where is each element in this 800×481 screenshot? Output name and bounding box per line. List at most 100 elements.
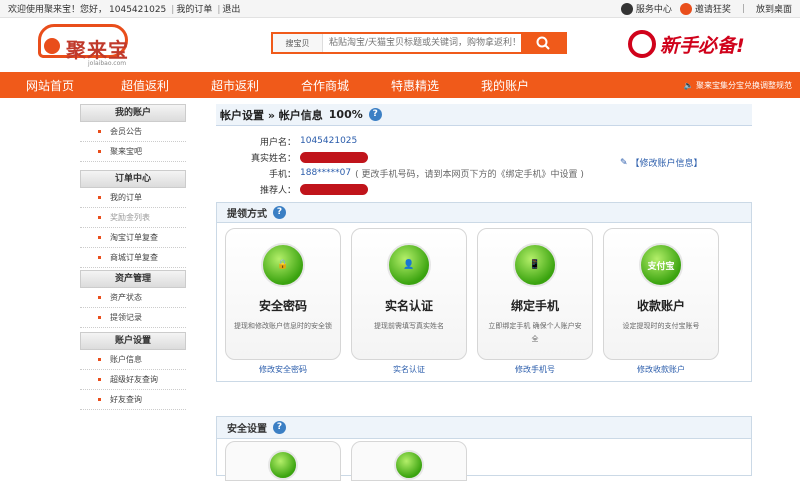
lock-icon [268, 450, 298, 480]
card-desc: 提现和修改账户信息时的安全锁 [234, 322, 332, 330]
main-nav: 网站首页 超值返利 超市返利 合作商城 特惠精选 我的账户 🔈 聚来宝集分宝兑换… [0, 72, 800, 98]
top-bar: 欢迎使用聚来宝！您好， 1045421025 | 我的订单 | 退出 服务中心 邀请狂奖 … [0, 0, 800, 18]
user-id: 1045421025 [109, 5, 167, 15]
logout-link[interactable]: 退出 [222, 5, 240, 15]
edit-payee-link[interactable]: 修改收款账户 [637, 364, 685, 375]
sidebar-item-announcements[interactable]: 会员公告 [80, 122, 186, 142]
card-title: 安全密码 [258, 299, 307, 313]
sidebar-group-settings: 账户设置 账户信息 超级好友查询 好友查询 [80, 332, 186, 410]
alipay-badge: 支付宝 [647, 261, 675, 272]
redacted-referrer [300, 183, 368, 195]
invite-label: 邀请狂奖 [694, 5, 731, 15]
referrer-row: 推荐人： [216, 182, 368, 196]
nav-item-account[interactable]: 我的账户 [460, 77, 550, 94]
security-panel: 安全设置? [216, 416, 752, 481]
main-content: 帐户设置 » 帐户信息 100% ? 用户名： 1045421025 真实姓名： … [216, 104, 752, 382]
search-button[interactable] [521, 34, 565, 52]
help-icon[interactable]: ? [273, 206, 286, 219]
service-center-link[interactable]: 服务中心 [620, 2, 672, 15]
welcome-text: 欢迎使用聚来宝！您好， [8, 5, 108, 15]
payee-account-card[interactable]: 支付宝 收款账户 设定提现时的支付宝账号 [603, 228, 719, 360]
sidebar-item-account-info[interactable]: 账户信息 [80, 350, 186, 370]
invite-link[interactable]: 邀请狂奖 [679, 2, 731, 15]
sidebar-item-taobao-review[interactable]: 淘宝订单复查 [80, 228, 186, 248]
nav-item-home[interactable]: 网站首页 [0, 77, 100, 94]
referrer-label: 推荐人： [259, 185, 296, 196]
sidebar-item-mall-review[interactable]: 商城订单复查 [80, 248, 186, 268]
qq-icon [620, 2, 633, 15]
phone-note: ( 更改手机号码，请到本网页下方的《绑定手机》中设置 ) [355, 169, 584, 180]
security-title: 安全设置 [227, 424, 267, 435]
sidebar-group-title: 我的账户 [80, 104, 186, 122]
withdraw-panel: 提领方式? 🔒 安全密码 提现和修改账户信息时的安全锁 修改安全密码 👤 实名认… [216, 202, 752, 382]
help-icon[interactable]: ? [273, 421, 286, 434]
user-icon [394, 450, 424, 480]
security-panel-header: 安全设置? [217, 417, 751, 439]
security-card[interactable] [351, 441, 467, 481]
sidebar: 我的账户 会员公告 聚来宝吧 订单中心 我的订单 奖励金列表 淘宝订单复查 商城… [80, 104, 186, 410]
page-title-text: 帐户设置 » 帐户信息 [220, 108, 323, 122]
realname-link[interactable]: 实名认证 [393, 364, 425, 375]
user-icon: 👤 [387, 243, 431, 287]
logo-url: jolaibao.com [88, 60, 127, 67]
nav-notice-text: 聚来宝集分宝兑换调整规范 [696, 80, 792, 90]
edit-password-link[interactable]: 修改安全密码 [259, 364, 307, 375]
sidebar-group-orders: 订单中心 我的订单 奖励金列表 淘宝订单复查 商城订单复查 [80, 170, 186, 268]
my-orders-link[interactable]: 我的订单 [176, 5, 212, 15]
security-password-card[interactable]: 🔒 安全密码 提现和修改账户信息时的安全锁 [225, 228, 341, 360]
redacted-name [300, 151, 368, 163]
sidebar-item-my-orders[interactable]: 我的订单 [80, 188, 186, 208]
sidebar-group-title: 订单中心 [80, 170, 186, 188]
realname-card[interactable]: 👤 实名认证 提现前需填写真实姓名 [351, 228, 467, 360]
withdraw-title: 提领方式 [227, 209, 267, 220]
card-desc: 立即绑定手机 确保个人账户安全 [488, 322, 582, 343]
sidebar-item-asset-status[interactable]: 资产状态 [80, 288, 186, 308]
edit-icon: ✎ [620, 157, 628, 168]
search-category[interactable]: 搜宝贝 [273, 34, 323, 52]
bind-phone-card[interactable]: 📱 绑定手机 立即绑定手机 确保个人账户安全 [477, 228, 593, 360]
newbie-text: 新手必备! [660, 34, 745, 57]
desktop-link[interactable]: 放到桌面 [756, 2, 792, 15]
username-value: 1045421025 [300, 136, 358, 146]
card-desc: 设定提现时的支付宝账号 [622, 322, 700, 330]
nav-item-rebate[interactable]: 超值返利 [100, 77, 190, 94]
edit-account-link[interactable]: ✎ 【修改账户信息】 [620, 156, 703, 170]
card-security-password: 🔒 安全密码 提现和修改账户信息时的安全锁 修改安全密码 [225, 228, 341, 381]
phone-label: 手机： [268, 169, 296, 180]
sidebar-group-assets: 资产管理 资产状态 提领记录 [80, 270, 186, 328]
sidebar-item-withdraw-log[interactable]: 提领记录 [80, 308, 186, 328]
phone-row: 手机： 188*****07( 更改手机号码，请到本网页下方的《绑定手机》中设置 … [216, 166, 584, 180]
card-title: 实名认证 [384, 299, 433, 313]
card-title: 绑定手机 [510, 299, 559, 313]
phone-icon: 📱 [513, 243, 557, 287]
logo-icon [44, 38, 60, 54]
edit-phone-link[interactable]: 修改手机号 [515, 364, 555, 375]
username-row: 用户名： 1045421025 [216, 134, 357, 148]
search-input[interactable] [323, 34, 521, 52]
security-card[interactable] [225, 441, 341, 481]
edit-account-text: 【修改账户信息】 [630, 159, 703, 169]
nav-item-supermarket[interactable]: 超市返利 [190, 77, 280, 94]
gift-icon [679, 2, 692, 15]
q-logo-icon [628, 30, 656, 58]
withdraw-panel-header: 提领方式? [217, 203, 751, 223]
username-label: 用户名： [259, 137, 296, 148]
realname-label: 真实姓名： [250, 153, 296, 164]
search-box: 搜宝贝 [271, 32, 567, 54]
newbie-banner[interactable]: 新手必备! [628, 30, 745, 58]
nav-item-malls[interactable]: 合作商城 [280, 77, 370, 94]
completion-percent: 100% [328, 108, 363, 121]
site-logo[interactable]: 聚来宝 jolaibao.com [38, 24, 138, 70]
sidebar-item-forum[interactable]: 聚来宝吧 [80, 142, 186, 162]
help-icon[interactable]: ? [368, 108, 382, 121]
top-welcome: 欢迎使用聚来宝！您好， 1045421025 | 我的订单 | 退出 [8, 5, 241, 15]
sidebar-item-friends[interactable]: 好友查询 [80, 390, 186, 410]
nav-notice[interactable]: 🔈 聚来宝集分宝兑换调整规范 [683, 80, 792, 91]
service-center-label: 服务中心 [635, 5, 672, 15]
sidebar-group-title: 账户设置 [80, 332, 186, 350]
sidebar-item-rewards[interactable]: 奖励金列表 [80, 208, 186, 228]
nav-item-deals[interactable]: 特惠精选 [370, 77, 460, 94]
card-bind-phone: 📱 绑定手机 立即绑定手机 确保个人账户安全 修改手机号 [477, 228, 593, 381]
sidebar-item-super-friends[interactable]: 超级好友查询 [80, 370, 186, 390]
withdraw-cards: 🔒 安全密码 提现和修改账户信息时的安全锁 修改安全密码 👤 实名认证 提现前需… [217, 223, 751, 381]
